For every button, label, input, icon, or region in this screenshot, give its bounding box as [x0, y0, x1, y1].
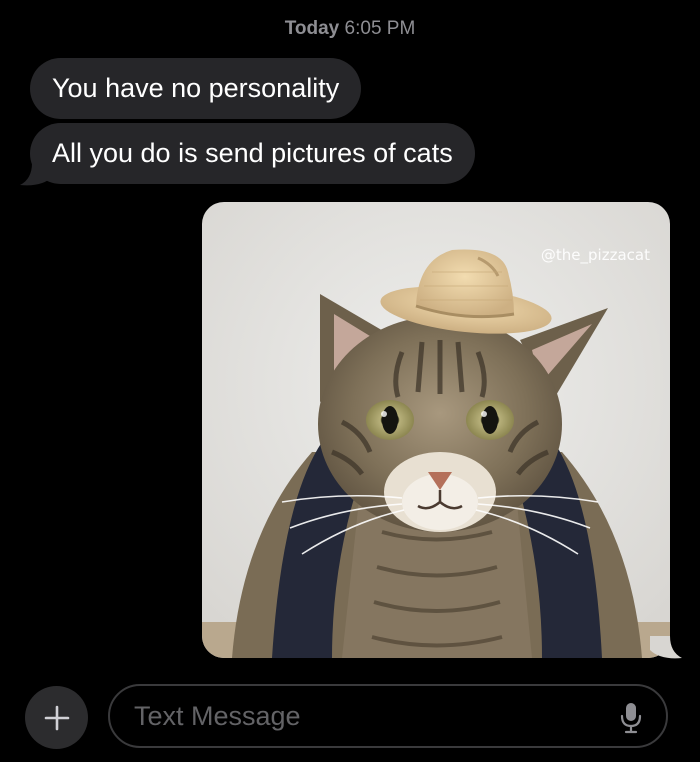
- plus-icon: [44, 705, 69, 730]
- outgoing-bubble-tail: [650, 636, 682, 659]
- add-attachment-button[interactable]: [25, 686, 88, 749]
- incoming-message-bubble[interactable]: You have no personality: [30, 58, 362, 119]
- timestamp-day: Today: [284, 18, 340, 39]
- message-text: You have no personality: [52, 73, 340, 103]
- message-input-placeholder: Text Message: [134, 701, 301, 731]
- timestamp-time: 6:05 PM: [344, 18, 416, 39]
- photo-watermark: @the_pizzacat: [540, 246, 650, 264]
- message-text: All you do is send pictures of cats: [52, 138, 453, 168]
- conversation-timestamp: Today 6:05 PM: [0, 18, 700, 40]
- incoming-bubble-tail: [20, 163, 52, 186]
- outgoing-photo-message[interactable]: @the_pizzacat: [202, 202, 670, 658]
- microphone-icon[interactable]: [620, 702, 642, 734]
- incoming-message-bubble[interactable]: All you do is send pictures of cats: [30, 123, 475, 184]
- cat-in-hat-photo: [202, 202, 670, 658]
- message-input-field[interactable]: Text Message: [108, 684, 668, 748]
